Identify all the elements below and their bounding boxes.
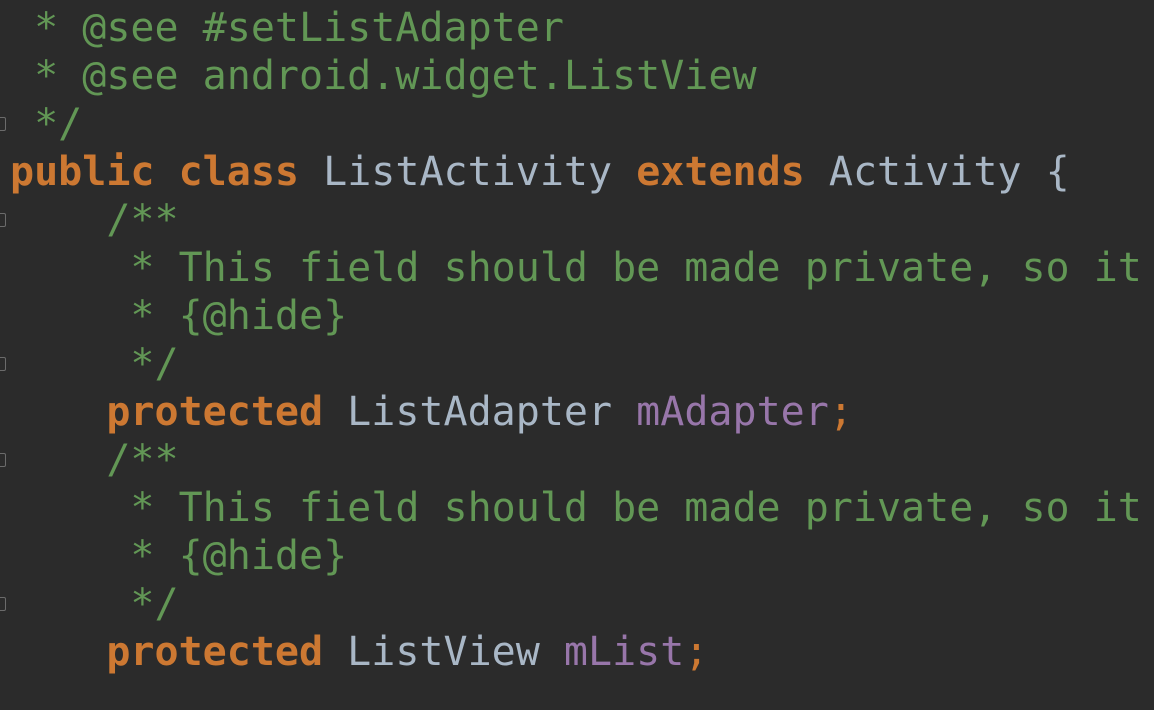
keyword-extends: extends — [636, 149, 805, 195]
field-name: mAdapter — [636, 389, 829, 435]
field-declaration-line[interactable]: protected ListView mList; — [10, 628, 708, 676]
semicolon: ; — [828, 389, 853, 435]
fold-start-icon[interactable] — [0, 453, 6, 467]
keyword-class: class — [178, 149, 300, 195]
code-line[interactable]: /** — [10, 436, 179, 484]
code-line[interactable]: * This field should be made private, so … — [10, 244, 1142, 292]
superclass-name: Activity — [828, 149, 1022, 195]
editor-gutter — [0, 0, 8, 710]
javadoc-comment: * @see #setListAdapter — [34, 5, 564, 51]
code-line[interactable]: */ — [10, 340, 179, 388]
javadoc-comment: * {@hide} — [130, 533, 348, 579]
javadoc-comment: */ — [130, 581, 179, 627]
javadoc-comment: * This field should be made private, so … — [130, 245, 1142, 291]
keyword-protected: protected — [106, 629, 324, 675]
fold-end-icon[interactable] — [0, 597, 6, 611]
fold-end-icon[interactable] — [0, 117, 6, 131]
field-type: ListView — [347, 629, 540, 675]
code-line[interactable]: * @see #setListAdapter — [10, 4, 564, 52]
javadoc-comment: * This field should be made private, so … — [130, 485, 1142, 531]
field-type: ListAdapter — [347, 389, 613, 435]
code-line[interactable]: * This field should be made private, so … — [10, 484, 1142, 532]
keyword-protected: protected — [106, 389, 324, 435]
fold-start-icon[interactable] — [0, 213, 6, 227]
code-line[interactable]: */ — [10, 100, 82, 148]
code-line[interactable]: /** — [10, 196, 179, 244]
field-name: mList — [563, 629, 685, 675]
semicolon: ; — [684, 629, 709, 675]
javadoc-comment: * @see android.widget.ListView — [34, 53, 757, 99]
javadoc-comment: /** — [106, 197, 179, 243]
class-declaration-line[interactable]: public class ListActivity extends Activi… — [10, 148, 1070, 196]
code-editor[interactable]: * @see #setListAdapter * @see android.wi… — [0, 0, 1154, 710]
code-line[interactable]: * @see android.widget.ListView — [10, 52, 757, 100]
javadoc-comment: /** — [106, 437, 179, 483]
javadoc-comment: * {@hide} — [130, 293, 348, 339]
code-line[interactable]: * {@hide} — [10, 292, 347, 340]
keyword-public: public — [10, 149, 155, 195]
code-line[interactable]: */ — [10, 580, 179, 628]
fold-end-icon[interactable] — [0, 357, 6, 371]
code-line[interactable]: * {@hide} — [10, 532, 347, 580]
javadoc-comment: */ — [34, 101, 83, 147]
class-name: ListActivity — [323, 149, 613, 195]
open-brace: { — [1045, 149, 1070, 195]
field-declaration-line[interactable]: protected ListAdapter mAdapter; — [10, 388, 853, 436]
javadoc-comment: */ — [130, 341, 179, 387]
